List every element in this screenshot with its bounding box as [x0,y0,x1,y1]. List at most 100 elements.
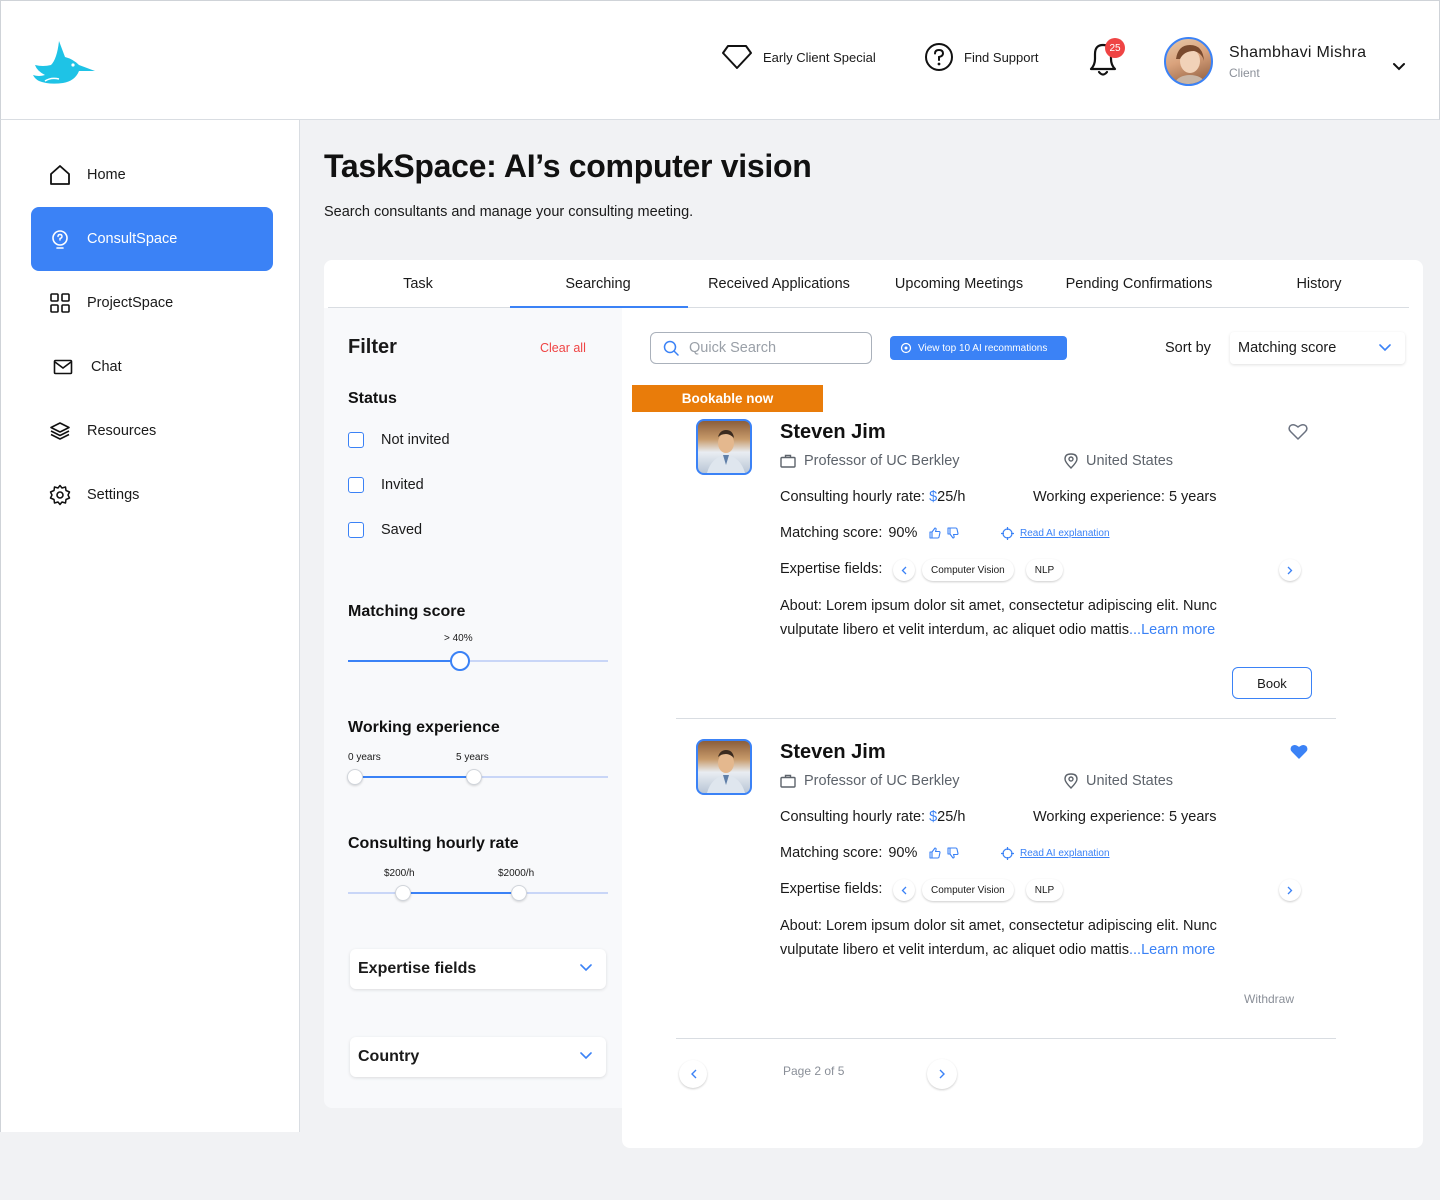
clear-all-button[interactable]: Clear all [540,341,586,355]
status-option-saved[interactable]: Saved [348,522,422,538]
sidebar-item-resources[interactable]: Resources [31,399,273,463]
consultant-about: About: Lorem ipsum dolor sit amet, conse… [780,594,1250,642]
learn-more-link[interactable]: ...Learn more [1129,942,1215,958]
consultant-location: United States [1086,453,1174,469]
sidebar-item-label: Resources [87,423,157,439]
book-button[interactable]: Book [1232,667,1312,699]
tab-upcoming-meetings[interactable]: Upcoming Meetings [869,260,1049,308]
checkbox-label: Saved [381,522,423,538]
consultant-photo[interactable] [696,739,752,795]
rate-min-handle[interactable] [395,885,411,901]
thumbs-down-icon[interactable] [947,847,959,859]
hummingbird-logo-icon[interactable] [29,37,97,89]
expertise-prev-button[interactable] [893,879,915,901]
grid-icon [50,293,70,313]
rate-min-label: $200/h [384,868,415,879]
sort-by-label: Sort by [1165,340,1211,356]
checkbox-label: Not invited [381,432,450,448]
tab-pending-confirmations[interactable]: Pending Confirmations [1049,260,1229,308]
ai-explanation-link-row[interactable]: Read AI explanation [1001,847,1110,860]
expertise-next-button[interactable] [1279,879,1301,901]
dropdown-label: Country [358,1048,420,1065]
expertise-chip[interactable]: NLP [1025,559,1064,581]
sidebar-item-label: ProjectSpace [87,295,174,311]
expertise-chip[interactable]: Computer Vision [922,879,1014,901]
chevron-down-icon [1379,344,1391,352]
help-circle-icon [925,43,953,71]
expertise-chip[interactable]: Computer Vision [922,559,1014,581]
slider-fill [348,660,460,662]
view-ai-recommendations-button[interactable]: View top 10 AI recommations [890,336,1067,360]
user-name: Shambhavi Mishra [1229,44,1367,61]
tab-task[interactable]: Task [328,260,508,308]
chevron-right-icon [1287,566,1293,574]
tab-searching[interactable]: Searching [508,260,688,308]
expertise-chip[interactable]: NLP [1025,879,1064,901]
status-option-invited[interactable]: Invited [348,477,424,493]
sidebar-item-home[interactable]: Home [31,143,273,207]
checkbox[interactable] [348,522,364,538]
dropdown-label: Expertise fields [358,960,477,977]
consultant-name: Steven Jim [780,741,886,763]
matching-score-slider[interactable] [348,660,608,662]
sort-dropdown[interactable]: Matching score [1230,332,1405,364]
chevron-down-icon[interactable] [1392,62,1406,72]
experience-min-label: 0 years [348,752,381,763]
checkbox[interactable] [348,432,364,448]
experience-max-handle[interactable] [466,769,482,785]
notification-badge: 25 [1105,38,1125,58]
tab-bar: Task Searching Received Applications Upc… [324,260,1423,308]
home-icon [50,165,70,185]
user-avatar[interactable] [1164,37,1213,86]
sidebar-item-chat[interactable]: Chat [31,335,273,399]
expertise-next-button[interactable] [1279,559,1301,581]
sidebar-item-consultspace[interactable]: ConsultSpace [31,207,273,271]
consultant-photo[interactable] [696,419,752,475]
working-experience-heading: Working experience [348,719,500,736]
hourly-rate-slider[interactable] [348,892,608,894]
ai-explanation-link-row[interactable]: Read AI explanation [1001,527,1110,540]
thumbs-up-icon[interactable] [929,847,941,859]
thumbs-down-icon[interactable] [947,527,959,539]
tab-received-applications[interactable]: Received Applications [689,260,869,308]
expertise-fields-dropdown[interactable]: Expertise fields [350,949,606,989]
early-client-special-link[interactable]: Early Client Special [721,41,876,73]
card-divider [676,1038,1336,1039]
hourly-rate-row: Consulting hourly rate: $25/h [780,809,965,825]
thumbs-up-icon[interactable] [929,527,941,539]
ai-explanation-link[interactable]: Read AI explanation [1020,848,1110,859]
user-portrait-icon [1173,45,1207,84]
slider-fill [355,776,474,778]
sidebar-item-label: Chat [91,359,122,375]
heart-outline-icon[interactable] [1288,423,1308,441]
withdraw-button[interactable]: Withdraw [1244,992,1294,1006]
country-dropdown[interactable]: Country [350,1037,606,1077]
experience-min-handle[interactable] [347,769,363,785]
next-page-button[interactable] [927,1059,957,1089]
chevron-down-icon [580,1052,592,1060]
quick-search-input[interactable]: Quick Search [650,332,872,364]
find-support-link[interactable]: Find Support [924,41,1038,73]
expertise-prev-button[interactable] [893,559,915,581]
rate-label: Consulting hourly rate: [780,809,926,825]
sidebar-item-projectspace[interactable]: ProjectSpace [31,271,273,335]
matching-score-handle[interactable] [450,651,470,671]
gear-icon [49,484,71,506]
matching-label: Matching score: [780,525,883,541]
checkbox[interactable] [348,477,364,493]
rate-max-handle[interactable] [511,885,527,901]
sidebar-item-settings[interactable]: Settings [31,463,273,527]
top-header: Early Client Special Find Support 25 Sha… [0,0,1440,120]
tab-history[interactable]: History [1229,260,1409,308]
status-option-not-invited[interactable]: Not invited [348,432,450,448]
page-subtitle: Search consultants and manage your consu… [324,204,694,220]
learn-more-link[interactable]: ...Learn more [1129,622,1215,638]
heart-filled-icon[interactable] [1290,744,1308,760]
ai-explanation-link[interactable]: Read AI explanation [1020,528,1110,539]
expertise-row: Expertise fields: [780,561,882,577]
previous-page-button[interactable] [679,1060,707,1088]
consultant-location: United States [1086,773,1174,789]
consultant-title-row: Professor of UC Berkley [780,453,960,469]
consultant-portrait-icon [707,750,745,793]
lightbulb-icon [52,230,68,249]
